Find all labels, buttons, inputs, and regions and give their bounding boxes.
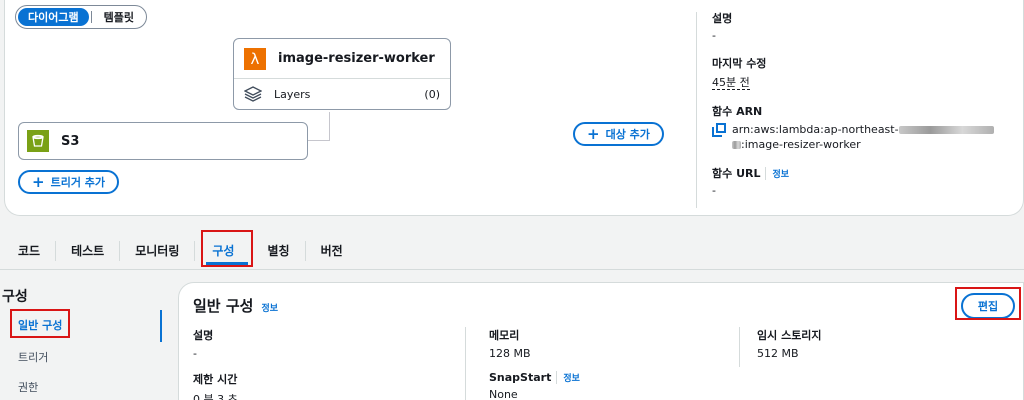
general-config-highlight bbox=[10, 309, 70, 338]
config-snapstart-label: SnapStart bbox=[489, 371, 552, 384]
function-overview-panel: 다이어그램 템플릿 λ image-resizer-worker Layers … bbox=[4, 0, 1024, 216]
config-memory: 메모리 128 MB bbox=[489, 327, 531, 360]
config-description-label: 설명 bbox=[193, 329, 214, 342]
lambda-icon: λ bbox=[244, 47, 266, 70]
last-modified-value[interactable]: 45분 전 bbox=[712, 76, 750, 90]
general-config-info-link[interactable]: 정보 bbox=[261, 301, 278, 314]
function-card[interactable]: λ image-resizer-worker Layers (0) bbox=[233, 38, 451, 110]
config-snapstart: SnapStart 정보 None bbox=[489, 371, 580, 400]
add-destination-label: 대상 추가 bbox=[605, 128, 650, 141]
general-config-panel: 일반 구성 정보 편집 설명 - 메모리 128 MB 임시 스토리지 512 … bbox=[178, 282, 1024, 400]
copy-icon[interactable] bbox=[712, 123, 726, 137]
redacted-account-id bbox=[898, 126, 994, 134]
tab-code[interactable]: 코드 bbox=[0, 241, 55, 261]
add-trigger-label: 트리거 추가 bbox=[50, 176, 106, 189]
function-arn-suffix: :image-resizer-worker bbox=[741, 138, 861, 151]
last-modified-label: 마지막 수정 bbox=[712, 57, 767, 70]
plus-icon: + bbox=[32, 172, 45, 191]
template-toggle-button[interactable]: 템플릿 bbox=[94, 8, 144, 26]
function-url-block: 함수 URL 정보 - bbox=[712, 165, 1012, 197]
config-ephemeral-label: 임시 스토리지 bbox=[757, 329, 822, 342]
lambda-function-page: 다이어그램 템플릿 λ image-resizer-worker Layers … bbox=[0, 0, 1024, 400]
config-timeout-value: 0 분 3 초 bbox=[193, 393, 238, 400]
general-config-heading: 일반 구성 정보 bbox=[193, 295, 278, 316]
function-arn-block: 함수 ARN arn:aws:lambda:ap-northeast- :ima… bbox=[712, 103, 1012, 152]
function-name: image-resizer-worker bbox=[278, 51, 435, 66]
edit-button-highlight bbox=[955, 287, 1021, 320]
general-config-title: 일반 구성 bbox=[193, 297, 254, 315]
configuration-tab-highlight bbox=[201, 230, 253, 267]
config-timeout: 제한 시간 0 분 3 초 bbox=[193, 371, 238, 400]
config-memory-value: 128 MB bbox=[489, 347, 531, 360]
function-url-info-link[interactable]: 정보 bbox=[765, 167, 789, 180]
function-tabs: 코드 테스트 모니터링 구성 별칭 버전 bbox=[0, 232, 1024, 270]
layers-count: (0) bbox=[424, 87, 440, 101]
redacted-account-id-cont bbox=[732, 141, 741, 149]
s3-bucket-icon bbox=[27, 130, 49, 152]
function-arn-value: arn:aws:lambda:ap-northeast- :image-resi… bbox=[732, 122, 994, 152]
description-label: 설명 bbox=[712, 12, 733, 25]
diagram-connector bbox=[329, 112, 330, 140]
description-value: - bbox=[712, 29, 716, 42]
tab-aliases[interactable]: 별칭 bbox=[252, 241, 304, 261]
view-toggle: 다이어그램 템플릿 bbox=[15, 5, 147, 29]
sidebar-title: 구성 bbox=[2, 289, 28, 305]
diagram-connector-horizontal bbox=[307, 140, 330, 141]
function-url-label: 함수 URL bbox=[712, 167, 761, 180]
config-ephemeral-storage: 임시 스토리지 512 MB bbox=[757, 327, 822, 360]
layers-icon bbox=[244, 86, 262, 102]
add-trigger-button[interactable]: + 트리거 추가 bbox=[18, 170, 120, 194]
tab-monitoring[interactable]: 모니터링 bbox=[120, 241, 194, 261]
config-description: 설명 - bbox=[193, 327, 213, 360]
snapstart-info-link[interactable]: 정보 bbox=[556, 371, 580, 384]
sidebar-item-triggers[interactable]: 트리거 bbox=[18, 349, 48, 365]
plus-icon: + bbox=[587, 124, 600, 143]
function-url-value: - bbox=[712, 184, 716, 197]
sidebar-item-permissions[interactable]: 권한 bbox=[18, 379, 38, 395]
s3-trigger-card[interactable]: S3 bbox=[18, 122, 308, 160]
column-divider bbox=[739, 327, 740, 367]
config-description-value: - bbox=[193, 347, 197, 360]
function-card-header: λ image-resizer-worker bbox=[234, 39, 450, 79]
layers-row[interactable]: Layers (0) bbox=[234, 79, 450, 109]
config-snapstart-value: None bbox=[489, 388, 518, 400]
column-divider bbox=[465, 327, 466, 400]
diagram-toggle-button[interactable]: 다이어그램 bbox=[18, 8, 89, 26]
description-block: 설명 - bbox=[712, 10, 1012, 42]
last-modified-block: 마지막 수정 45분 전 bbox=[712, 55, 1012, 90]
function-arn-prefix: arn:aws:lambda:ap-northeast- bbox=[732, 123, 899, 136]
overview-divider bbox=[696, 12, 697, 208]
function-details: 설명 - 마지막 수정 45분 전 함수 ARN arn:aws:lambda:… bbox=[712, 10, 1012, 210]
layers-label: Layers bbox=[274, 87, 311, 101]
s3-trigger-name: S3 bbox=[61, 133, 80, 149]
sidebar-active-indicator bbox=[160, 310, 162, 342]
tab-versions[interactable]: 버전 bbox=[306, 241, 358, 261]
config-memory-label: 메모리 bbox=[489, 329, 520, 342]
config-timeout-label: 제한 시간 bbox=[193, 373, 238, 386]
function-arn-label: 함수 ARN bbox=[712, 105, 763, 118]
toggle-divider bbox=[90, 11, 92, 23]
config-ephemeral-value: 512 MB bbox=[757, 347, 799, 360]
add-destination-button[interactable]: + 대상 추가 bbox=[573, 122, 664, 146]
tab-test[interactable]: 테스트 bbox=[56, 241, 119, 261]
